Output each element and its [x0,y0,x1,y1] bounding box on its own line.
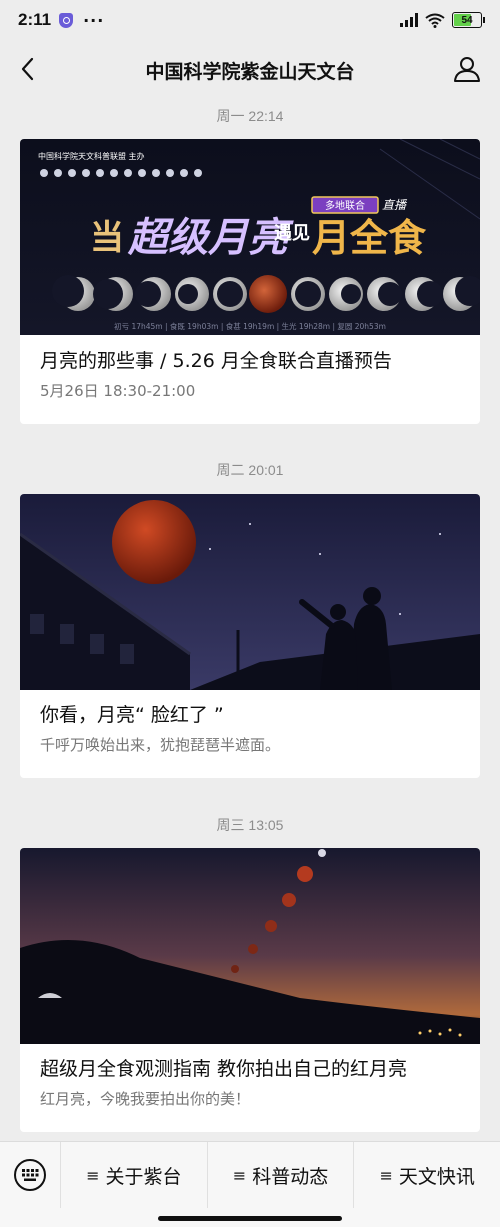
back-icon[interactable] [14,54,44,84]
menu-list-icon: ≡ [379,1165,393,1185]
menu-astro-flash[interactable]: ≡ 天文快讯 [353,1142,500,1208]
cover-headline-c: 遇见 [274,223,310,244]
article-subtitle: 千呼万唤始出来，犹抱琵琶半遮面。 [40,736,281,754]
article-card[interactable]: 超级月全食观测指南 教你拍出自己的红月亮 红月亮，今晚我要拍出你的美！ [20,848,480,1132]
shield-icon [59,12,74,28]
battery-level: 54 [461,14,473,26]
menu-list-icon: ≡ [86,1165,100,1185]
article-cover-image[interactable] [20,848,480,1044]
article-card[interactable]: 你看，月亮“ 脸红了 ” 千呼万唤始出来，犹抱琵琶半遮面。 [20,494,480,778]
cover-phases: 初亏 17h45m | 食既 19h03m | 食甚 19h19m | 生光 1… [114,321,386,331]
nav-bar: 中国科学院紫金山天文台 [0,40,500,100]
timestamp: 周二 20:01 [216,462,284,478]
cover-tag: 多地联合 [325,199,365,212]
article-title: 月亮的那些事 / 5.26 月全食联合直播预告 [40,350,392,372]
more-notifications-icon: ··· [83,10,105,30]
status-time: 2:11 [18,10,52,29]
cover-tag2: 直播 [382,198,408,212]
article-cover-image[interactable] [20,494,480,690]
article-subtitle: 5月26日 18:30-21:00 [40,382,196,400]
cover-headline-a: 当 [90,218,124,258]
keyboard-toggle-button[interactable] [0,1142,60,1208]
menu-item-label: 科普动态 [252,1165,329,1188]
profile-icon[interactable] [452,54,482,84]
menu-about[interactable]: ≡ 关于紫台 [60,1142,207,1208]
cover-headline-b: 超级月亮 [127,215,294,261]
menu-science-news[interactable]: ≡ 科普动态 [206,1142,354,1208]
wifi-icon [425,13,445,28]
timestamp: 周一 22:14 [216,108,284,124]
article-cover-image[interactable]: 中国科学院天文科普联盟 主办 当 超级月亮 遇见 月全食 多地联合 直播 初亏 … [20,139,480,335]
keyboard-icon [14,1159,46,1191]
page-title: 中国科学院紫金山天文台 [145,60,355,83]
timestamp: 周三 13:05 [216,817,284,833]
home-indicator[interactable] [158,1216,342,1221]
menu-item-label: 关于紫台 [105,1165,182,1188]
article-card[interactable]: 中国科学院天文科普联盟 主办 当 超级月亮 遇见 月全食 多地联合 直播 初亏 … [20,139,480,424]
article-title: 你看，月亮“ 脸红了 ” [40,704,224,726]
cover-organizer: 中国科学院天文科普联盟 主办 [38,151,145,161]
cover-headline-d: 月全食 [312,216,427,260]
signal-icon [400,13,418,27]
status-bar: 2:11 ··· 54 [0,0,500,40]
battery-icon: 54 [452,12,485,28]
article-title: 超级月全食观测指南 教你拍出自己的红月亮 [40,1058,408,1080]
menu-list-icon: ≡ [232,1165,247,1185]
menu-item-label: 天文快讯 [398,1165,475,1188]
article-subtitle: 红月亮，今晚我要拍出你的美！ [40,1090,251,1108]
bottom-menu: ≡ 关于紫台 ≡ 科普动态 ≡ 天文快讯 [0,1141,500,1227]
